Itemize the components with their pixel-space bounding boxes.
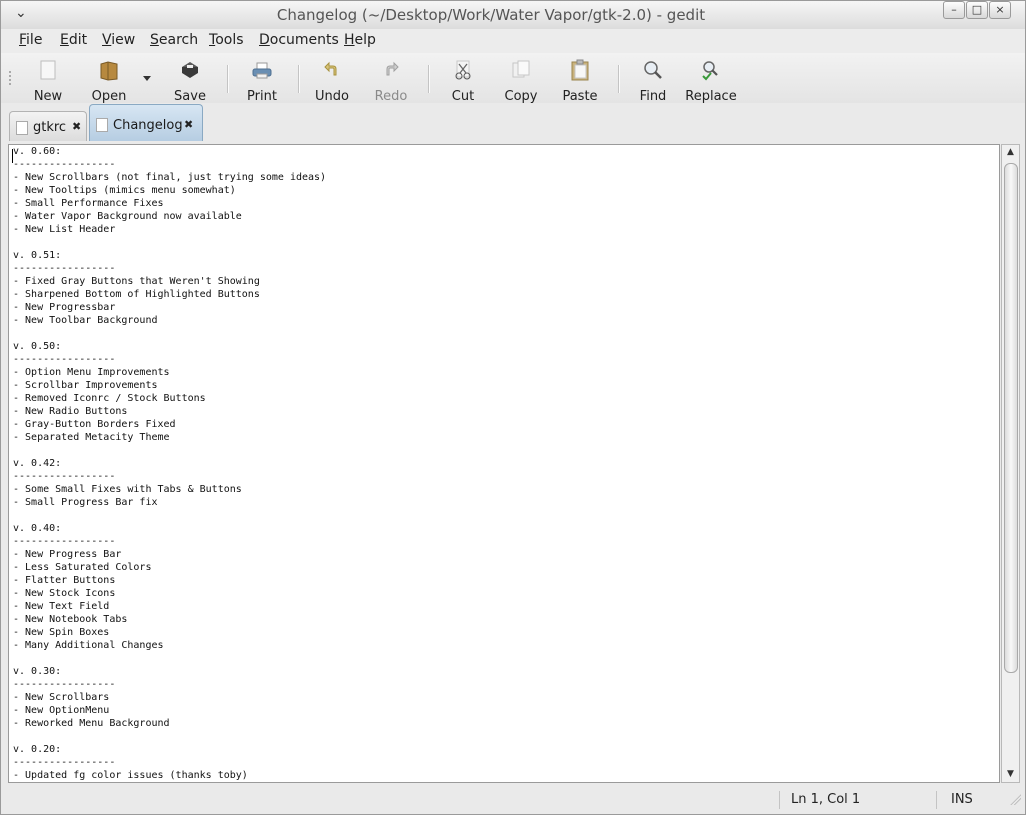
new-button[interactable]: New — [29, 55, 67, 104]
scroll-down-arrow-icon[interactable]: ▼ — [1002, 767, 1019, 781]
magnifier-icon — [644, 61, 662, 79]
status-separator — [779, 791, 780, 809]
text-editor[interactable]: v. 0.60: ----------------- - New Scrollb… — [8, 144, 1000, 783]
menu-tools[interactable]: Tools — [209, 32, 244, 48]
minimize-button[interactable]: – — [943, 1, 965, 19]
menu-help[interactable]: Help — [344, 32, 376, 48]
print-button[interactable]: Print — [243, 55, 281, 104]
vertical-scrollbar[interactable]: ▲ ▼ — [1001, 144, 1020, 783]
paste-button[interactable]: Paste — [559, 55, 601, 104]
menu-edit[interactable]: Edit — [60, 32, 87, 48]
status-bar: Ln 1, Col 1 INS — [1, 789, 1025, 813]
copy-icon — [512, 60, 530, 78]
undo-arrow-icon — [324, 61, 337, 76]
paste-clipboard-icon — [571, 59, 589, 81]
menu-view[interactable]: View — [102, 32, 135, 48]
chevron-down-icon — [143, 76, 151, 81]
toolbar-grip[interactable] — [9, 71, 15, 85]
resize-grip-icon[interactable] — [1009, 793, 1021, 805]
redo-arrow-icon — [386, 61, 399, 76]
status-separator — [936, 791, 937, 809]
copy-button[interactable]: Copy — [502, 55, 540, 104]
tab-close-icon[interactable]: ✖ — [184, 118, 193, 131]
cut-button[interactable]: Cut — [444, 55, 482, 104]
replace-button[interactable]: Replace — [685, 55, 737, 104]
toolbar-separator — [298, 65, 300, 93]
cursor-position: Ln 1, Col 1 — [791, 792, 861, 807]
redo-button[interactable]: Redo — [371, 55, 411, 104]
text-file-icon — [96, 118, 108, 132]
open-button[interactable]: Open — [89, 55, 129, 104]
toolbar-separator — [618, 65, 620, 93]
undo-button[interactable]: Undo — [313, 55, 351, 104]
open-recent-dropdown[interactable] — [139, 55, 155, 101]
toolbar-separator — [227, 65, 229, 93]
save-disk-icon — [182, 62, 198, 78]
gedit-window: ⌄ Changelog (~/Desktop/Work/Water Vapor/… — [0, 0, 1026, 815]
document-content[interactable]: v. 0.60: ----------------- - New Scrollb… — [13, 145, 326, 782]
insert-mode-indicator: INS — [951, 792, 973, 807]
window-title: Changelog (~/Desktop/Work/Water Vapor/gt… — [276, 6, 706, 24]
scrollbar-thumb[interactable] — [1004, 163, 1018, 673]
menu-documents[interactable]: Documents — [259, 32, 339, 48]
find-button[interactable]: Find — [634, 55, 672, 104]
new-document-icon — [40, 60, 56, 80]
printer-icon — [252, 62, 272, 79]
tab-gtkrc[interactable]: gtkrc ✖ — [9, 111, 87, 141]
save-button[interactable]: Save — [171, 55, 209, 104]
menu-file[interactable]: File — [19, 32, 42, 48]
title-bar[interactable]: ⌄ Changelog (~/Desktop/Work/Water Vapor/… — [1, 1, 1025, 30]
text-file-icon — [16, 121, 28, 135]
scissors-icon — [455, 60, 471, 80]
open-folder-icon — [100, 61, 118, 81]
maximize-button[interactable]: □ — [966, 1, 988, 19]
document-tabs: gtkrc ✖ Changelog ✖ — [1, 103, 1025, 141]
toolbar-separator — [428, 65, 430, 93]
find-replace-icon — [702, 61, 718, 81]
scroll-up-arrow-icon[interactable]: ▲ — [1002, 145, 1019, 159]
toolbar: New Open Save Print Undo Redo Cut Copy P… — [1, 53, 1025, 104]
menu-bar: File Edit View Search Tools Documents He… — [1, 29, 1025, 53]
tab-close-icon[interactable]: ✖ — [72, 120, 81, 133]
close-window-button[interactable]: × — [989, 1, 1011, 19]
tab-changelog[interactable]: Changelog ✖ — [89, 104, 203, 141]
menu-search[interactable]: Search — [150, 32, 198, 48]
